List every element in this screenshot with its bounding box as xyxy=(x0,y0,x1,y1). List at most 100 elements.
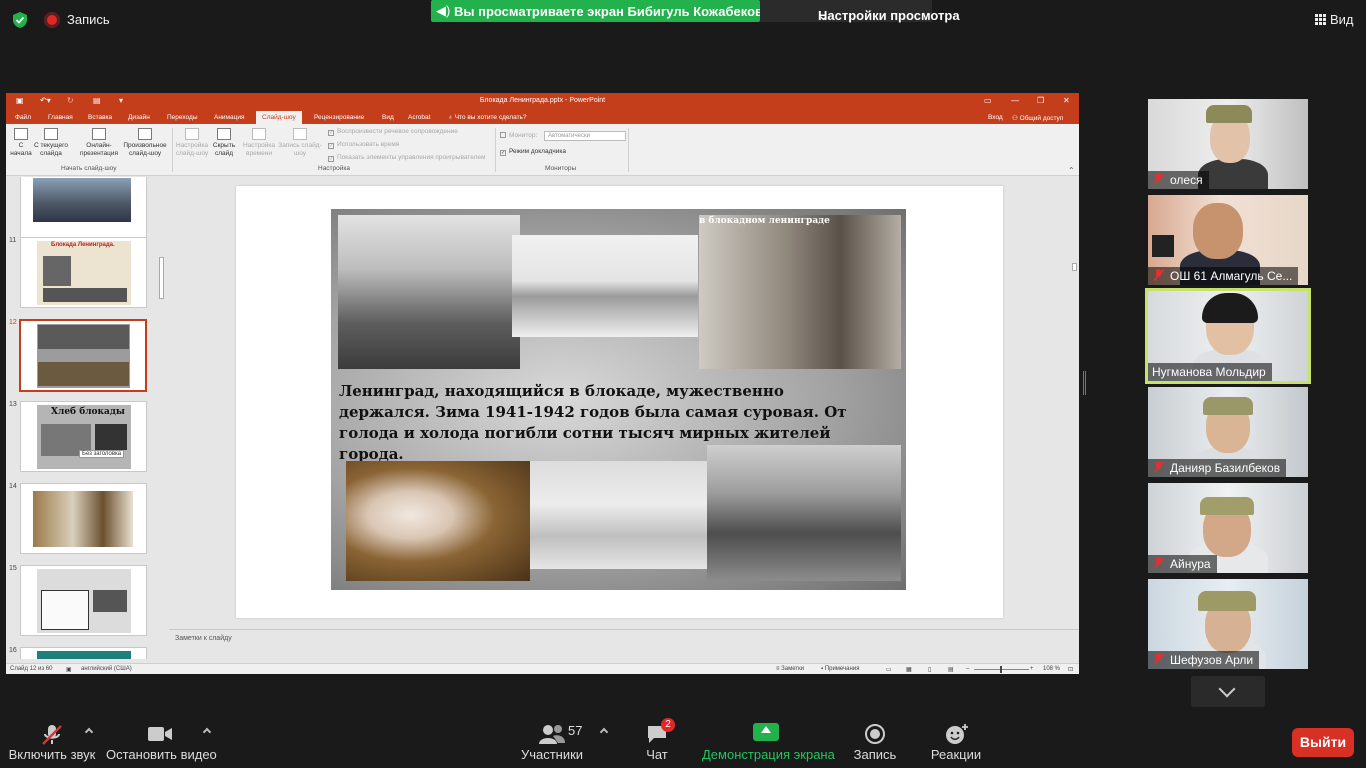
zoom-slider-thumb[interactable] xyxy=(1000,666,1002,673)
share-screen-label: Демонстрация экрана xyxy=(702,747,835,762)
chevron-down-icon xyxy=(1218,680,1236,698)
restore-icon[interactable]: ❐ xyxy=(1037,96,1044,105)
group-monitors: Мониторы xyxy=(545,165,577,172)
thumbnail-image xyxy=(43,288,127,302)
slide-scrollbar[interactable] xyxy=(1071,177,1079,627)
panel-splitter[interactable] xyxy=(1083,371,1086,395)
group-setup: Настройка xyxy=(318,165,350,172)
unmute-button[interactable]: Включить звук xyxy=(8,710,96,768)
presenter-view-label: Режим докладчика xyxy=(509,148,566,155)
recording-label[interactable]: Запись xyxy=(67,12,110,27)
notes-pane[interactable]: Заметки к слайду xyxy=(169,629,1079,664)
tell-me-search[interactable]: ♁ Что вы хотите сделать? xyxy=(448,114,527,121)
narration-label: Воспроизвести речевое сопровождение xyxy=(337,128,458,135)
comments-toggle[interactable]: ▪ Примечания xyxy=(821,666,859,672)
ribbon-display-icon[interactable]: ▭ xyxy=(984,96,992,105)
monitor-icon xyxy=(500,132,506,138)
notes-toggle[interactable]: ≡ Заметки xyxy=(776,666,804,672)
participants-options-caret-icon[interactable] xyxy=(599,727,609,737)
recording-icon xyxy=(44,12,60,28)
timings-checkbox[interactable]: ✓ Использовать время xyxy=(328,141,399,149)
photo-refugees-street xyxy=(338,215,520,369)
slide-thumbnail-12-selected[interactable] xyxy=(19,319,147,392)
slideshow-view-icon[interactable]: ▤ xyxy=(948,666,954,673)
reactions-button[interactable]: Реакции xyxy=(930,710,982,768)
setup-label: Настройка слайд-шоу xyxy=(175,142,209,157)
participants-icon xyxy=(539,725,565,744)
thumbnail-title: Блокада Ленинграда. xyxy=(51,242,115,248)
thumbnail-scrollbar[interactable] xyxy=(158,177,165,659)
participant-tile[interactable]: ОШ 61 Алмагуль Се... xyxy=(1148,195,1308,285)
scrollbar-thumb[interactable] xyxy=(159,257,164,299)
slide-thumbnail-11[interactable]: Блокада Ленинграда. xyxy=(20,237,147,308)
slide-photo-collage: в блокадном ленинграде Ленинград, находя… xyxy=(331,209,906,590)
stop-video-button[interactable]: Остановить видео xyxy=(106,710,217,768)
zoom-out-icon[interactable]: – xyxy=(966,666,969,672)
tab-view[interactable]: Вид xyxy=(382,114,394,121)
tab-insert[interactable]: Вставка xyxy=(88,114,112,121)
controls-checkbox[interactable]: ✓ Показать элементы управления проигрыват… xyxy=(328,154,485,162)
rehearse-timings-button[interactable]: Настройка времени xyxy=(241,128,277,158)
thumbnail-image xyxy=(33,178,131,222)
scrollbar-thumb[interactable] xyxy=(1072,263,1077,271)
participant-name-text: ОШ 61 Алмагуль Се... xyxy=(1170,269,1293,283)
setup-slideshow-button[interactable]: Настройка слайд-шоу xyxy=(174,128,210,158)
from-start-button[interactable]: С начала xyxy=(10,128,32,158)
participant-tile-active-speaker[interactable]: Нугманова Мольдир xyxy=(1145,288,1311,384)
view-settings-button[interactable]: Настройки просмотра ⌄ xyxy=(760,0,960,23)
signin-link[interactable]: Вход xyxy=(988,114,1003,121)
zoom-meeting-toolbar: Включить звук Остановить видео 57 Участн… xyxy=(0,710,1366,768)
zoom-level[interactable]: 108 % xyxy=(1043,666,1060,672)
close-icon[interactable]: ✕ xyxy=(1063,96,1070,105)
slide-thumbnail-13[interactable]: Хлеб блокады Без заголовка xyxy=(20,401,147,472)
smiley-add-icon xyxy=(946,724,968,744)
slide-thumbnail-15[interactable] xyxy=(20,565,147,636)
participant-tile[interactable]: Данияр Базилбеков xyxy=(1148,387,1308,477)
spellcheck-icon[interactable]: ▣ xyxy=(66,666,72,673)
security-shield-icon[interactable] xyxy=(11,11,29,29)
tab-review[interactable]: Рецензирование xyxy=(314,114,364,121)
view-button[interactable]: Вид xyxy=(1315,12,1354,27)
current-slide[interactable]: в блокадном ленинграде Ленинград, находя… xyxy=(236,186,1003,618)
online-presentation-button[interactable]: Онлайн-презентация xyxy=(78,128,120,158)
participant-tile[interactable]: олеся xyxy=(1148,99,1308,189)
slide-thumbnail-14[interactable] xyxy=(20,483,147,554)
participant-tile[interactable]: Шефузов Арли xyxy=(1148,579,1308,669)
language-indicator[interactable]: английский (США) xyxy=(81,666,132,672)
tab-transitions[interactable]: Переходы xyxy=(167,114,198,121)
gallery-scroll-down-button[interactable] xyxy=(1191,676,1265,707)
online-presentation-icon xyxy=(92,128,106,140)
leave-meeting-button[interactable]: Выйти xyxy=(1292,728,1354,757)
record-slideshow-button[interactable]: Запись слайд-шоу xyxy=(277,128,323,158)
participant-name: Нугманова Мольдир xyxy=(1148,363,1272,381)
slide-thumbnail-10[interactable] xyxy=(20,177,147,240)
sorter-view-icon[interactable]: ▦ xyxy=(906,666,912,673)
collapse-ribbon-icon[interactable]: ⌃ xyxy=(1068,166,1075,175)
custom-slideshow-button[interactable]: Произвольное слайд-шоу xyxy=(121,128,169,158)
custom-slideshow-icon xyxy=(138,128,152,140)
photo-caption: в блокадном ленинграде xyxy=(699,216,830,226)
share-button[interactable]: ⚇ Общий доступ xyxy=(1012,114,1063,122)
slide-thumbnail-16[interactable] xyxy=(20,647,147,659)
zoom-in-icon[interactable]: + xyxy=(1030,666,1034,672)
tab-animations[interactable]: Анимация xyxy=(214,114,245,121)
tab-slideshow[interactable]: Слайд-шоу xyxy=(256,111,302,124)
minimize-icon[interactable]: — xyxy=(1011,96,1019,105)
participant-tile[interactable]: Айнура xyxy=(1148,483,1308,573)
hide-slide-button[interactable]: Скрыть слайд xyxy=(211,128,237,158)
monitor-select[interactable]: Автоматически xyxy=(544,131,626,141)
record-button[interactable]: Запись xyxy=(852,710,898,768)
fit-slide-icon[interactable]: ⊡ xyxy=(1068,666,1073,673)
tab-home[interactable]: Главная xyxy=(48,114,73,121)
reading-view-icon[interactable]: ▯ xyxy=(928,666,931,673)
tab-acrobat[interactable]: Acrobat xyxy=(408,114,430,121)
from-current-button[interactable]: С текущего слайда xyxy=(32,128,70,158)
presenter-view-checkbox[interactable]: ✓ Режим докладчика xyxy=(500,148,566,156)
normal-view-icon[interactable]: ▭ xyxy=(886,666,892,673)
tab-file[interactable]: Файл xyxy=(15,114,31,121)
share-screen-arrow-icon[interactable] xyxy=(753,723,779,741)
from-current-label: С текущего слайда xyxy=(34,142,68,157)
tab-design[interactable]: Дизайн xyxy=(128,114,150,121)
participants-button[interactable]: 57 Участники xyxy=(518,710,586,768)
narration-checkbox[interactable]: ✓ Воспроизвести речевое сопровождение xyxy=(328,128,458,136)
